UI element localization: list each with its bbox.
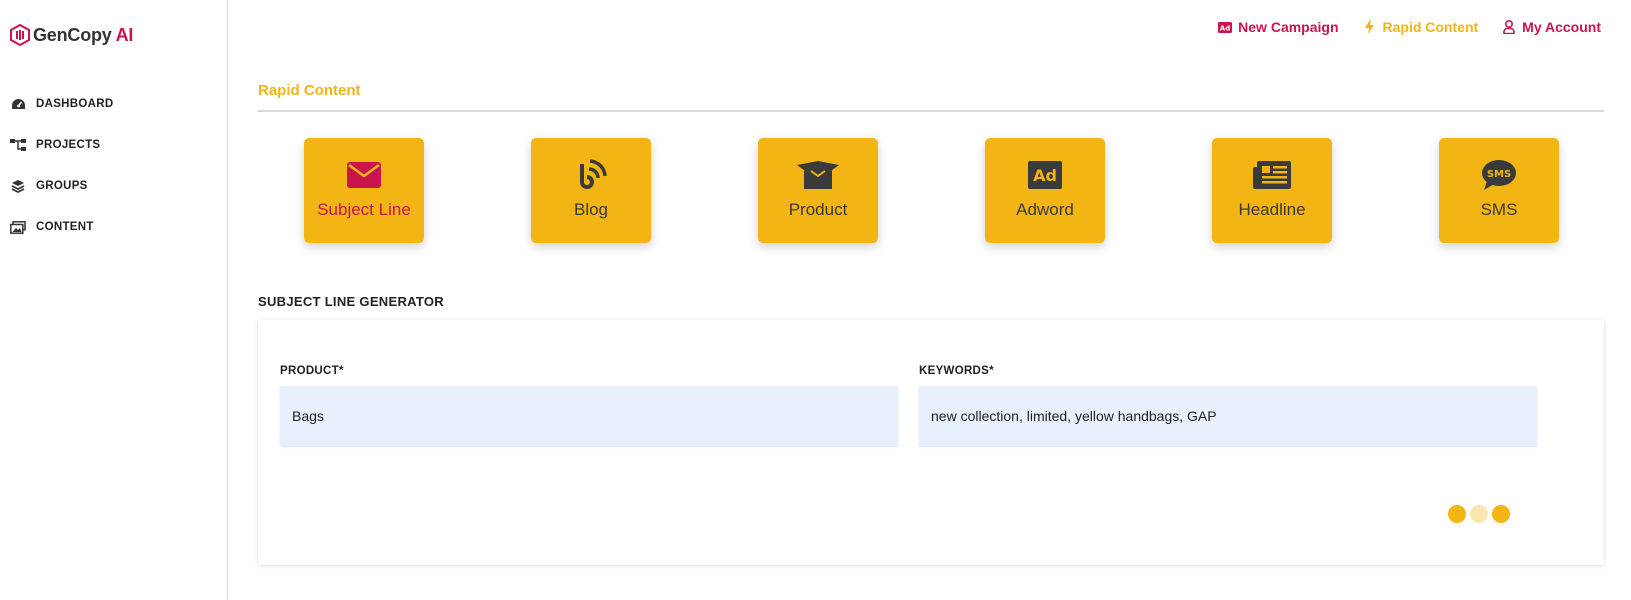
tile-label: SMS — [1480, 200, 1518, 219]
brand-suffix: AI — [115, 24, 134, 45]
user-icon — [1502, 20, 1516, 34]
ad-icon: Ad — [1028, 158, 1062, 192]
my-account-label: My Account — [1522, 19, 1601, 35]
loader-dot — [1448, 505, 1466, 523]
tile-headline[interactable]: Headline — [1212, 138, 1332, 243]
sidebar-item-dashboard[interactable]: DASHBOARD — [10, 94, 113, 114]
loading-indicator — [1448, 505, 1514, 523]
product-field-label: PRODUCT* — [280, 365, 344, 377]
brand-logo[interactable]: GenCopy AI — [10, 24, 133, 46]
sidebar-item-projects[interactable]: PROJECTS — [10, 135, 113, 155]
sitemap-icon — [10, 137, 26, 153]
loader-dot — [1492, 505, 1510, 523]
newspaper-icon — [1253, 158, 1291, 192]
sidebar-item-label: DASHBOARD — [36, 98, 114, 110]
sidebar-item-content[interactable]: CONTENT — [10, 217, 113, 237]
tile-product[interactable]: Product — [758, 138, 878, 243]
sms-icon: SMS — [1481, 158, 1517, 192]
bolt-icon — [1363, 20, 1377, 34]
sidebar-item-label: GROUPS — [36, 180, 88, 192]
tile-adword[interactable]: Ad Adword — [985, 138, 1105, 243]
tile-label: Adword — [1016, 200, 1074, 219]
rapid-content-link[interactable]: Rapid Content — [1363, 19, 1479, 35]
product-field[interactable] — [280, 386, 898, 446]
sidebar: GenCopy AI DASHBOARD PROJECTS GROUPS CON… — [0, 0, 228, 600]
my-account-link[interactable]: My Account — [1502, 19, 1601, 35]
tile-label: Subject Line — [317, 200, 411, 219]
logo-icon — [10, 24, 30, 46]
images-icon — [10, 219, 26, 235]
box-icon — [797, 158, 839, 192]
new-campaign-label: New Campaign — [1238, 19, 1339, 35]
keywords-field-label: KEYWORDS* — [919, 365, 994, 377]
tile-blog[interactable]: Blog — [531, 138, 651, 243]
sidebar-item-groups[interactable]: GROUPS — [10, 176, 113, 196]
svg-text:Ad: Ad — [1033, 166, 1057, 185]
sidebar-item-label: PROJECTS — [36, 139, 101, 151]
ad-icon: Ad — [1218, 20, 1233, 34]
page-title: Rapid Content — [258, 82, 361, 99]
svg-text:Ad: Ad — [1220, 24, 1230, 32]
loader-dot — [1470, 505, 1488, 523]
section-divider — [258, 110, 1604, 112]
tile-label: Headline — [1238, 200, 1306, 219]
new-campaign-link[interactable]: Ad New Campaign — [1218, 19, 1339, 35]
layers-icon — [10, 178, 26, 194]
tile-label: Product — [788, 200, 848, 219]
top-nav: Ad New Campaign Rapid Content My Account — [1194, 19, 1601, 35]
gauge-icon — [10, 96, 26, 112]
envelope-icon — [347, 158, 381, 192]
keywords-field[interactable] — [919, 386, 1537, 446]
tile-subject-line[interactable]: Subject Line — [304, 138, 424, 243]
generator-card: PRODUCT* KEYWORDS* — [258, 320, 1604, 565]
sidebar-nav: DASHBOARD PROJECTS GROUPS CONTENT — [10, 94, 113, 258]
app-root: GenCopy AI DASHBOARD PROJECTS GROUPS CON… — [0, 0, 1631, 600]
sidebar-item-label: CONTENT — [36, 221, 94, 233]
tile-label: Blog — [573, 200, 609, 219]
tile-sms[interactable]: SMS SMS — [1439, 138, 1559, 243]
brand-name: GenCopy — [33, 24, 112, 45]
generator-title: SUBJECT LINE GENERATOR — [258, 294, 444, 309]
svg-text:SMS: SMS — [1487, 169, 1511, 180]
rapid-content-label: Rapid Content — [1382, 19, 1479, 35]
rss-icon — [574, 158, 608, 192]
